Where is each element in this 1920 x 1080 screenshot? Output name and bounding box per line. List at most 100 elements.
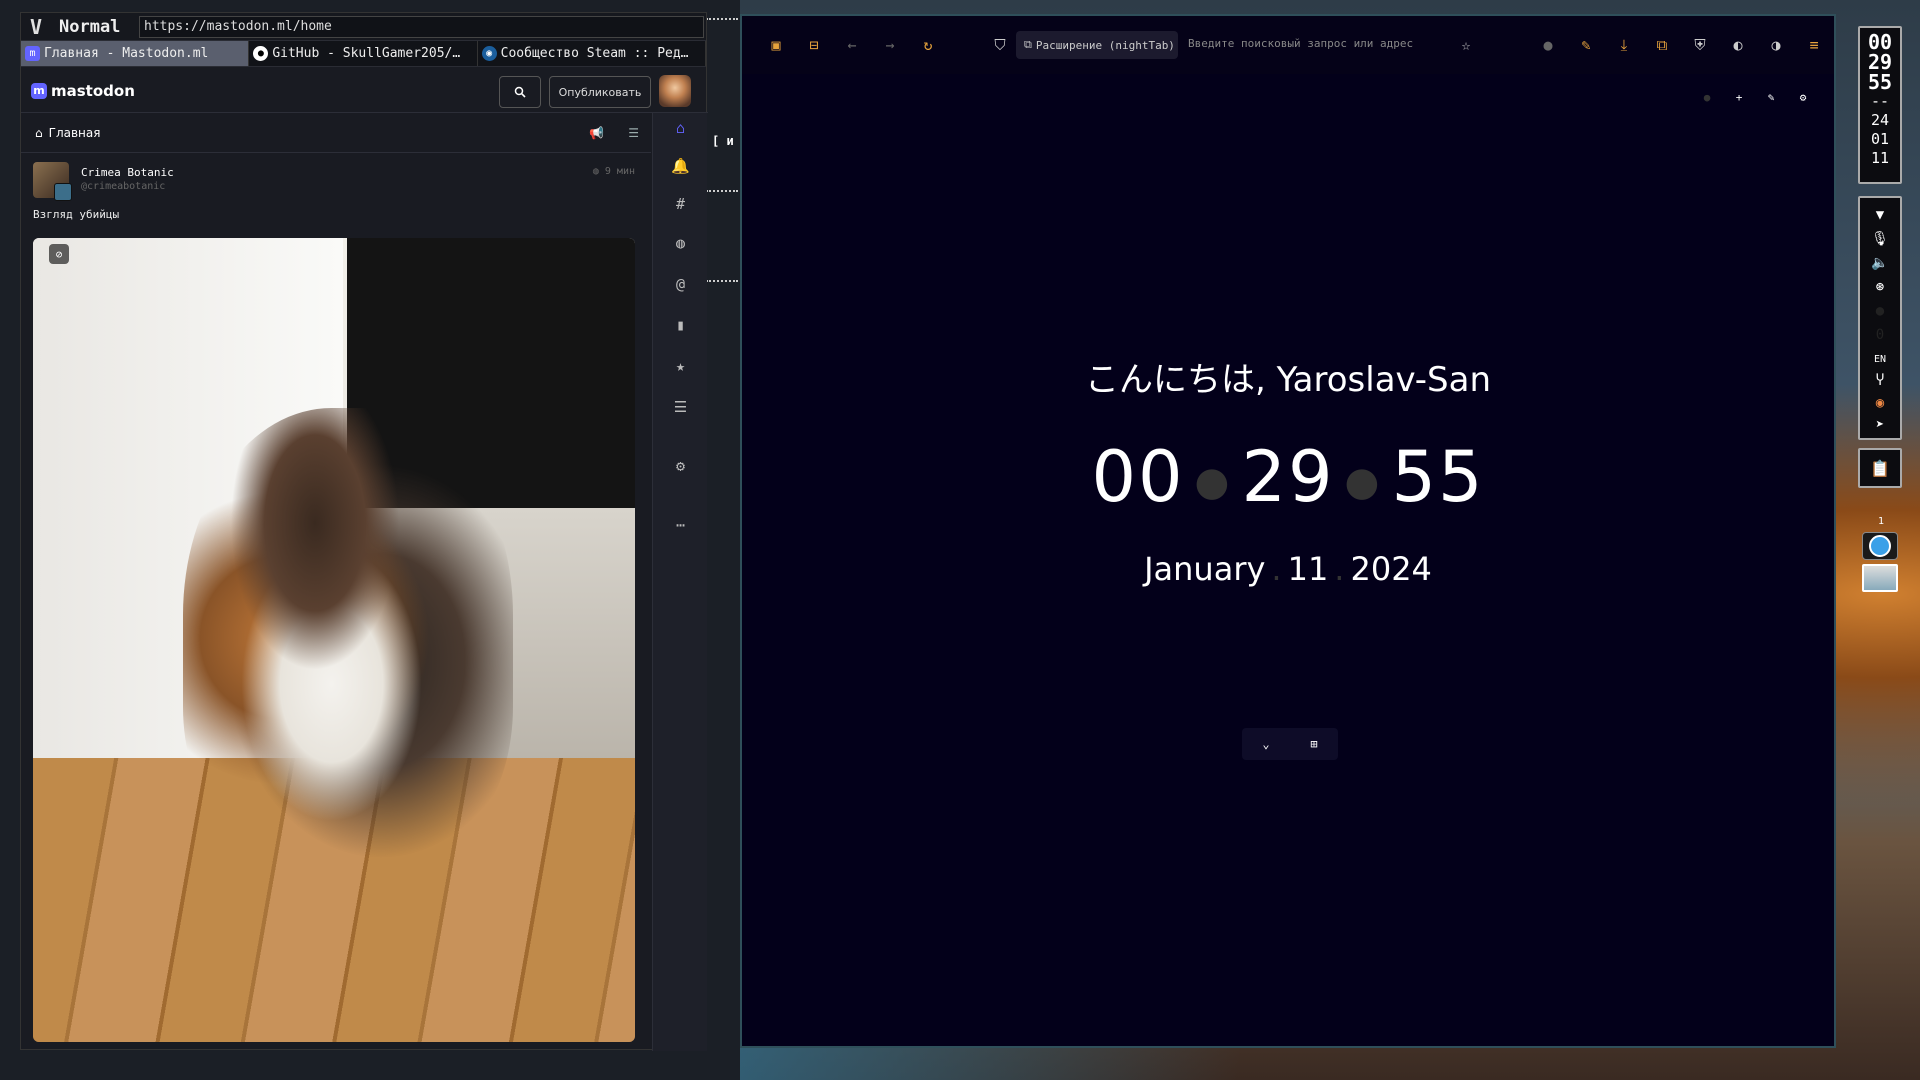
- firefox-window: ▣ ⊟ ← → ↻ ⛉ ⧉ Расширение (nightTab) Введи…: [740, 14, 1836, 1048]
- mastodon-header: m mastodon Опубликовать: [21, 69, 708, 113]
- clipboard-button[interactable]: 📋: [1858, 448, 1902, 488]
- clock-separator: ●: [1344, 458, 1382, 505]
- tab-mastodon[interactable]: m Главная - Mastodon.ml: [21, 41, 250, 66]
- date-month: January: [1144, 550, 1266, 588]
- avatar[interactable]: [659, 75, 691, 107]
- tab-label: Главная - Mastodon.ml: [44, 46, 209, 61]
- mastodon-icon: m: [25, 46, 40, 61]
- dotted-divider: [706, 190, 738, 192]
- dotted-divider: [706, 280, 738, 282]
- column-settings-icon[interactable]: ☰: [628, 126, 639, 140]
- hashtag-icon[interactable]: #: [653, 189, 708, 219]
- forward-icon[interactable]: →: [880, 35, 900, 55]
- telegram-icon[interactable]: ➤: [1860, 414, 1900, 436]
- date-day: 11: [1287, 550, 1329, 588]
- workspace-window-icon[interactable]: [1862, 564, 1898, 592]
- hidden-icon: 0: [1875, 327, 1885, 343]
- tab-github[interactable]: ● GitHub - SkullGamer205/…: [249, 41, 478, 66]
- tabs-icon[interactable]: ⊟: [804, 35, 824, 55]
- firefox-icon[interactable]: ◉: [1860, 392, 1900, 414]
- post-image[interactable]: ⊘: [33, 238, 635, 1042]
- extension-identity-pill[interactable]: ⧉ Расширение (nightTab): [1016, 31, 1178, 59]
- tab-label: GitHub - SkullGamer205/…: [272, 46, 461, 61]
- wrench-icon[interactable]: ✎: [1576, 35, 1596, 55]
- puzzle-icon: ⧉: [1024, 38, 1032, 51]
- mastodon-icon: m: [31, 82, 47, 99]
- bell-icon[interactable]: 🔔: [653, 151, 708, 181]
- ublock-icon[interactable]: ⛨: [1690, 35, 1710, 55]
- vimb-status-bar: V Normal https://mastodon.ml/home: [21, 13, 706, 41]
- hidden-icon: ●: [1875, 303, 1885, 319]
- volume-icon[interactable]: 🔈: [1860, 252, 1900, 274]
- tab-label: Сообщество Steam :: Ред…: [500, 46, 689, 61]
- app-circle-icon: [1869, 535, 1891, 557]
- announcements-icon[interactable]: 📢: [589, 126, 604, 140]
- url-bar[interactable]: Введите поисковый запрос или адрес: [1188, 37, 1413, 50]
- gear-icon[interactable]: ⚙: [653, 451, 708, 481]
- post-text: Взгляд убийцы: [33, 208, 120, 221]
- globe-icon: ◍: [592, 166, 605, 177]
- list-icon[interactable]: ☰: [653, 392, 708, 422]
- bookmark-star-icon[interactable]: ☆: [1456, 35, 1476, 55]
- github-icon: ●: [253, 46, 269, 61]
- keyboard-layout[interactable]: EN: [1860, 348, 1900, 370]
- bookmark-icon[interactable]: ▮: [653, 310, 708, 340]
- sidebar-icon[interactable]: ▣: [766, 35, 786, 55]
- reload-icon[interactable]: ↻: [918, 35, 938, 55]
- profile-icon[interactable]: ●: [1538, 35, 1558, 55]
- tab-steam[interactable]: ◉ Сообщество Steam :: Ред…: [478, 41, 706, 66]
- date-year: 2024: [1350, 550, 1432, 588]
- date-separator: .: [1334, 550, 1345, 588]
- firefox-toolbar: ▣ ⊟ ← → ↻ ⛉ ⧉ Расширение (nightTab) Введи…: [742, 16, 1834, 74]
- shield-icon[interactable]: ⛉: [990, 35, 1010, 55]
- image-cat: [183, 408, 513, 868]
- globe-icon[interactable]: ◍: [653, 228, 708, 258]
- page-title: Главная: [48, 125, 101, 140]
- mode-indicator: Normal: [59, 16, 121, 37]
- publish-button[interactable]: Опубликовать: [549, 76, 651, 108]
- clock-minutes: 29: [1241, 436, 1335, 518]
- clock-seconds: 55: [1391, 436, 1485, 518]
- hide-media-icon[interactable]: ⊘: [49, 244, 69, 264]
- theme-dot-icon[interactable]: ●: [1696, 86, 1718, 108]
- column-header: ⌂ Главная 📢 ☰: [21, 113, 651, 153]
- status-post[interactable]: Crimea Botanic @crimeabotanic ◍ 9 мин Вз…: [21, 154, 651, 1051]
- app-icon[interactable]: Ⴤ: [1860, 370, 1900, 392]
- date-separator: .: [1271, 550, 1282, 588]
- chevron-down-icon[interactable]: ⌄: [1262, 737, 1269, 751]
- steam-icon: ◉: [481, 46, 497, 61]
- darkreader-icon[interactable]: ◑: [1766, 35, 1786, 55]
- post-time[interactable]: ◍ 9 мин: [593, 166, 635, 177]
- edit-icon[interactable]: ✎: [1760, 86, 1782, 108]
- search-button[interactable]: [499, 76, 541, 108]
- tab-bar: m Главная - Mastodon.ml ● GitHub - Skull…: [21, 41, 706, 67]
- open-all-icon[interactable]: ⊞: [1310, 737, 1317, 751]
- vpn-icon[interactable]: ⊛: [1860, 276, 1900, 298]
- search-icon: [514, 86, 526, 98]
- nighttab-controls: ● + ✎ ⚙: [1696, 86, 1814, 108]
- settings-icon[interactable]: ⚙: [1792, 86, 1814, 108]
- clock: 00 ● 29 ● 55: [742, 436, 1834, 518]
- terminal-text-fragment: [ и: [712, 134, 734, 148]
- download-icon[interactable]: ⤓: [1614, 35, 1634, 55]
- add-icon[interactable]: +: [1728, 86, 1750, 108]
- home-icon[interactable]: ⌂: [653, 113, 708, 143]
- system-tray: ▼ 🎙 🔈 ⊛ ● 0 EN Ⴤ ◉ ➤: [1858, 196, 1902, 440]
- microphone-icon[interactable]: 🎙: [1860, 228, 1900, 250]
- back-icon[interactable]: ←: [842, 35, 862, 55]
- dotted-divider: [706, 18, 738, 20]
- menu-icon[interactable]: ≡: [1804, 35, 1824, 55]
- star-icon[interactable]: ★: [653, 351, 708, 381]
- at-icon[interactable]: @: [653, 269, 708, 299]
- addon-icon[interactable]: ◐: [1728, 35, 1748, 55]
- extensions-icon[interactable]: ⧉: [1652, 35, 1672, 55]
- mastodon-logo[interactable]: m mastodon: [31, 82, 135, 100]
- vimb-browser-window: V Normal https://mastodon.ml/home m Глав…: [20, 12, 708, 1051]
- post-author[interactable]: Crimea Botanic: [81, 166, 174, 179]
- url-input[interactable]: https://mastodon.ml/home: [139, 15, 704, 38]
- workspace-app-icon[interactable]: [1862, 532, 1898, 560]
- more-icon[interactable]: ⋯: [653, 510, 708, 540]
- clock-hours: 00: [1091, 436, 1185, 518]
- vivaldi-logo: V: [29, 14, 43, 39]
- wifi-icon[interactable]: ▼: [1860, 204, 1900, 226]
